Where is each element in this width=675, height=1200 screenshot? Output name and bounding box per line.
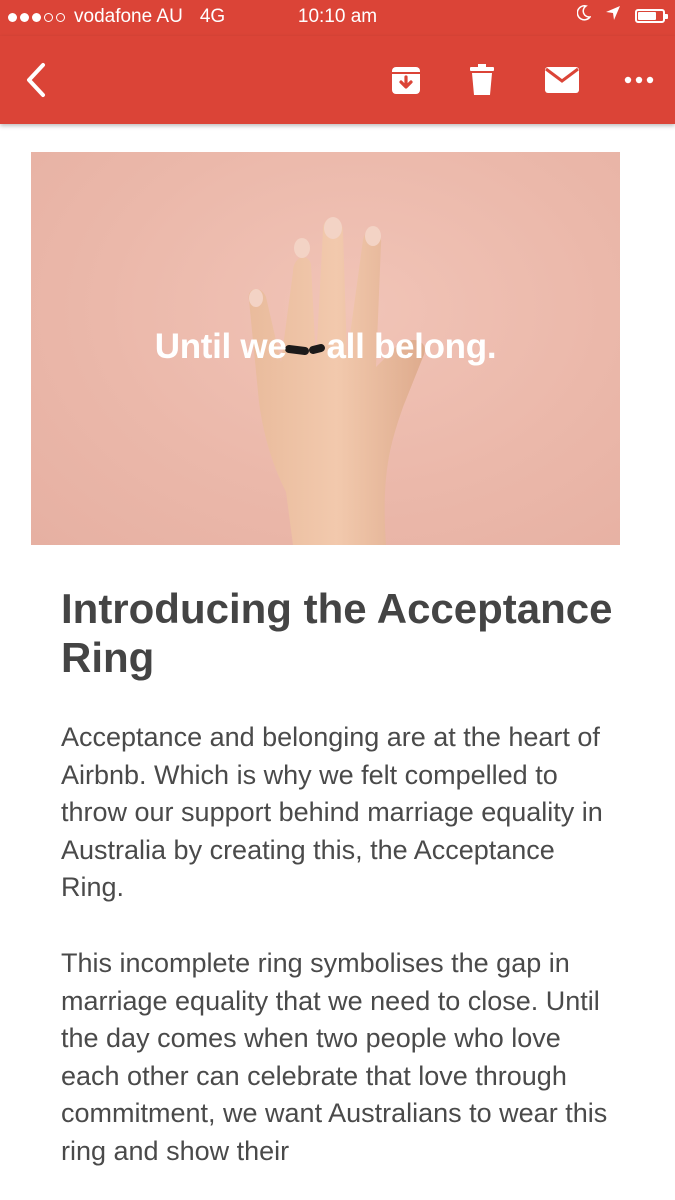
back-arrow-icon <box>27 63 45 97</box>
clock: 10:10 am <box>297 6 378 27</box>
mail-icon <box>545 67 579 93</box>
archive-button[interactable] <box>384 58 428 102</box>
status-right <box>576 5 668 27</box>
moon-icon <box>576 5 592 27</box>
article-paragraph-1: Acceptance and belonging are at the hear… <box>61 722 603 903</box>
hero-caption: Until we all belong. <box>31 327 620 367</box>
more-options-button[interactable] <box>616 58 662 102</box>
location-arrow-icon <box>605 5 621 27</box>
battery-icon <box>635 9 668 23</box>
trash-icon <box>470 64 494 95</box>
mark-unread-button[interactable] <box>538 58 586 102</box>
hero-caption-right: all belong. <box>326 327 497 366</box>
status-bar: vodafone AU 4G 10:10 am <box>0 0 675 36</box>
article-headline: Introducing the Acceptance Ring <box>61 585 613 681</box>
delete-button[interactable] <box>460 58 504 102</box>
more-icon <box>624 76 654 84</box>
back-button[interactable] <box>14 56 58 104</box>
archive-icon <box>392 67 420 94</box>
article-paragraph-2: This incomplete ring symbolises the gap … <box>61 948 608 1166</box>
email-toolbar <box>0 36 675 124</box>
hero-caption-left: Until we <box>154 327 287 366</box>
hero-image: Until we all belong. <box>31 152 620 545</box>
